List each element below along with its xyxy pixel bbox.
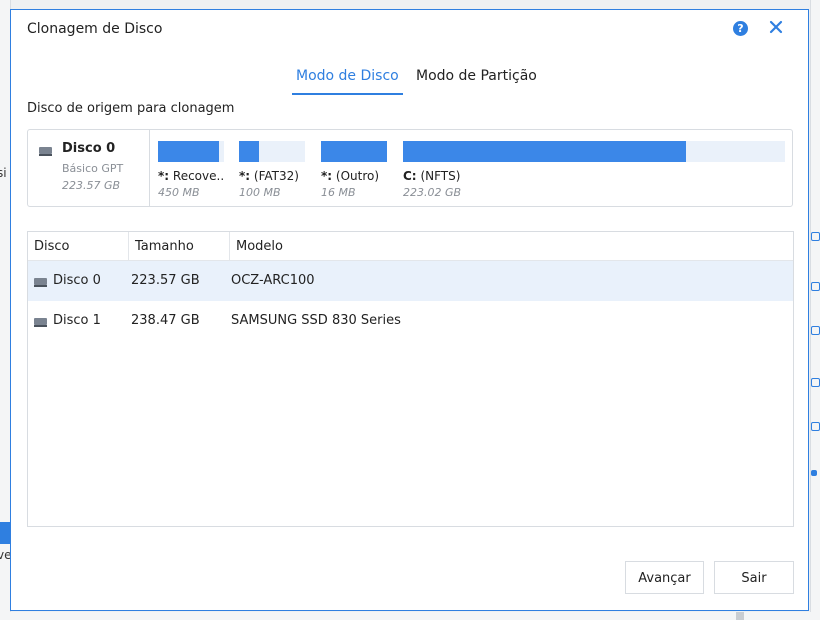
partition-bar <box>158 141 224 162</box>
exit-button[interactable]: Sair <box>714 561 794 594</box>
background-icon <box>811 282 820 291</box>
partition-bar <box>321 141 387 162</box>
partition-other: *: (Outro) 16 MB <box>321 141 387 199</box>
tab-disk-mode[interactable]: Modo de Disco <box>292 65 403 95</box>
row-model: OCZ-ARC100 <box>231 273 315 288</box>
table-row[interactable]: Disco 1 238.47 GB SAMSUNG SSD 830 Series <box>28 301 793 341</box>
close-icon[interactable] <box>767 18 785 36</box>
partition-fill <box>321 141 387 162</box>
table-row[interactable]: Disco 0 223.57 GB OCZ-ARC100 <box>28 261 793 301</box>
background-icon <box>811 470 817 476</box>
row-disk: Disco 0 <box>53 273 101 288</box>
dialog-title: Clonagem de Disco <box>27 21 163 37</box>
column-header-model[interactable]: Modelo <box>229 232 793 260</box>
row-size: 238.47 GB <box>131 313 200 328</box>
drive-icon <box>34 278 47 287</box>
partition-fill <box>239 141 259 162</box>
disk-clone-dialog: Clonagem de Disco ? Modo de Disco Modo d… <box>10 9 809 611</box>
partition-fat32: *: (FAT32) 100 MB <box>239 141 305 199</box>
source-disk-name: Disco 0 <box>62 141 116 156</box>
row-size: 223.57 GB <box>131 273 200 288</box>
source-disk-label: Disco de origem para clonagem <box>27 101 235 116</box>
background-text-fragment: si <box>0 166 7 180</box>
column-header-size[interactable]: Tamanho <box>128 232 229 260</box>
partition-fill <box>403 141 686 162</box>
table-header: Disco Tamanho Modelo <box>28 232 793 261</box>
background-app-bottom <box>0 612 820 620</box>
background-selected-tab <box>0 522 10 544</box>
next-button[interactable]: Avançar <box>625 561 704 594</box>
partition-size: 450 MB <box>158 186 200 199</box>
background-app-right <box>810 0 820 620</box>
partition-size: 100 MB <box>239 186 281 199</box>
source-disk-type: Básico GPT <box>62 162 124 175</box>
partition-size: 223.02 GB <box>403 186 462 199</box>
background-icon <box>811 378 820 387</box>
partition-label: *: (Outro) <box>321 169 380 183</box>
column-header-disk[interactable]: Disco <box>28 232 128 260</box>
source-disk-panel: Disco 0 Básico GPT 223.57 GB *: Recove..… <box>27 129 793 207</box>
drive-icon <box>34 318 47 327</box>
drive-icon <box>39 147 52 156</box>
source-disk-info: Disco 0 Básico GPT 223.57 GB <box>28 130 150 206</box>
partition-label: C: (NFTS) <box>403 169 461 183</box>
help-icon[interactable]: ? <box>733 21 748 36</box>
partition-bar <box>403 141 785 162</box>
tab-partition-mode[interactable]: Modo de Partição <box>412 65 541 93</box>
background-icon <box>811 326 820 335</box>
row-disk: Disco 1 <box>53 313 101 328</box>
mode-tabs: Modo de Disco Modo de Partição <box>11 65 808 97</box>
source-disk-size: 223.57 GB <box>62 179 121 192</box>
disk-table: Disco Tamanho Modelo Disco 0 223.57 GB O… <box>27 231 794 527</box>
partition-size: 16 MB <box>321 186 356 199</box>
partition-recovery: *: Recove... 450 MB <box>158 141 224 199</box>
partition-label: *: (FAT32) <box>239 169 299 183</box>
background-icon <box>811 422 820 431</box>
background-scrollbar <box>736 612 744 620</box>
row-model: SAMSUNG SSD 830 Series <box>231 313 401 328</box>
partition-label: *: Recove... <box>158 169 224 183</box>
partition-bar <box>239 141 305 162</box>
partition-fill <box>158 141 220 162</box>
partition-c: C: (NFTS) 223.02 GB <box>403 141 785 199</box>
background-icon <box>811 232 820 241</box>
